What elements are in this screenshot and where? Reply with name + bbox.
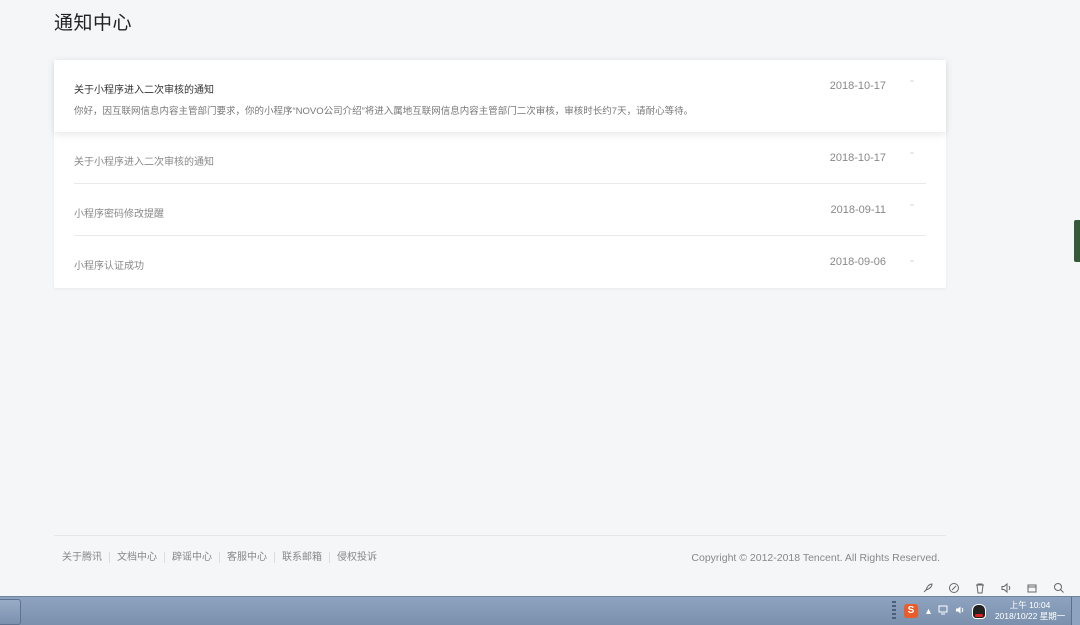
- notice-item-expanded[interactable]: 关于小程序进入二次审核的通知 2018-10-17 ⌃ 你好，因互联网信息内容主…: [54, 60, 946, 132]
- network-icon[interactable]: [938, 605, 948, 618]
- footer-link-support[interactable]: 客服中心: [219, 552, 274, 563]
- clean-icon[interactable]: [948, 582, 960, 594]
- qq-icon[interactable]: [972, 603, 987, 619]
- system-tray: S ▴ 上午 10:04 2018/10/22 星期一: [892, 597, 1080, 625]
- notice-content: 你好，因互联网信息内容主管部门要求，你的小程序“NOVO公司介绍”将进入属地互联…: [74, 106, 694, 117]
- notice-item[interactable]: 小程序密码修改提醒 2018-09-11 ⌃: [54, 184, 946, 236]
- footer-link-about[interactable]: 关于腾讯: [62, 552, 109, 563]
- start-button[interactable]: [0, 599, 21, 625]
- clock-date: 2018/10/22 星期一: [994, 611, 1066, 621]
- notice-item[interactable]: 小程序认证成功 2018-09-06 ⌄: [54, 236, 946, 288]
- notice-date: 2018-10-17: [829, 80, 886, 92]
- search-icon[interactable]: [1053, 582, 1065, 594]
- footer-link-docs[interactable]: 文档中心: [109, 552, 164, 563]
- sidebar-handle[interactable]: [1074, 220, 1080, 262]
- window-icon[interactable]: [1026, 582, 1038, 594]
- tray-arrow-icon[interactable]: ▴: [926, 606, 931, 617]
- tray-grip-icon[interactable]: [892, 601, 896, 621]
- clock[interactable]: 上午 10:04 2018/10/22 星期一: [994, 600, 1066, 622]
- trash-icon[interactable]: [974, 582, 986, 594]
- footer-link-complaint[interactable]: 侵权投诉: [329, 552, 384, 563]
- notice-date: 2018-09-06: [829, 256, 886, 268]
- page-title: 通知中心: [54, 13, 133, 34]
- volume-icon[interactable]: [955, 605, 965, 618]
- notice-title: 关于小程序进入二次审核的通知: [74, 157, 214, 168]
- taskbar: S ▴ 上午 10:04 2018/10/22 星期一: [0, 596, 1080, 625]
- notice-date: 2018-09-11: [830, 204, 886, 216]
- footer-link-email[interactable]: 联系邮箱: [274, 552, 329, 563]
- notice-title: 小程序密码修改提醒: [74, 209, 164, 220]
- sogou-input-icon[interactable]: S: [904, 604, 918, 618]
- notice-item[interactable]: 关于小程序进入二次审核的通知 2018-10-17 ⌃: [54, 132, 946, 184]
- chevron-up-icon[interactable]: ⌃: [908, 152, 916, 160]
- chevron-up-icon[interactable]: ⌃: [908, 80, 916, 88]
- footer-link-rumor[interactable]: 辟谣中心: [164, 552, 219, 563]
- notice-date: 2018-10-17: [829, 152, 886, 164]
- speaker-icon[interactable]: [1000, 582, 1012, 594]
- clock-time: 上午 10:04: [1009, 600, 1051, 610]
- rocket-icon[interactable]: [922, 582, 934, 594]
- notice-title: 关于小程序进入二次审核的通知: [74, 85, 214, 96]
- show-desktop-button[interactable]: [1071, 597, 1080, 625]
- chevron-down-icon[interactable]: ⌄: [908, 256, 916, 264]
- chevron-up-icon[interactable]: ⌃: [908, 204, 916, 212]
- copyright: Copyright © 2012-2018 Tencent. All Right…: [691, 552, 940, 564]
- footer: 关于腾讯 文档中心 辟谣中心 客服中心 联系邮箱 侵权投诉 Copyright …: [54, 535, 946, 580]
- footer-links: 关于腾讯 文档中心 辟谣中心 客服中心 联系邮箱 侵权投诉: [62, 552, 384, 563]
- notice-title: 小程序认证成功: [74, 261, 144, 272]
- notice-list: 关于小程序进入二次审核的通知 2018-10-17 ⌃ 你好，因互联网信息内容主…: [54, 60, 946, 288]
- floating-toolbar: [0, 579, 1080, 596]
